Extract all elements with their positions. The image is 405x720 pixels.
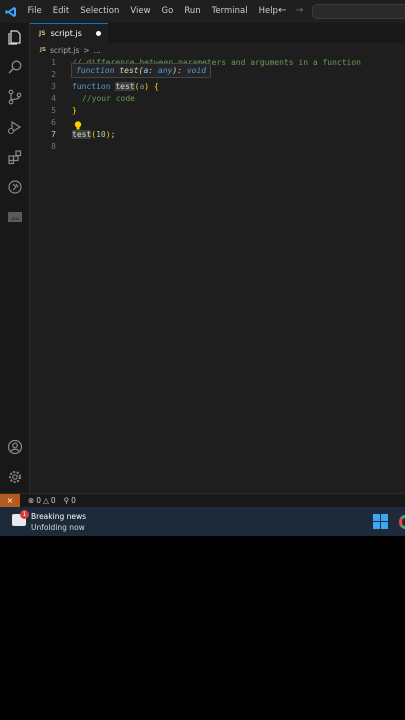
tab-label: script.js <box>50 29 82 38</box>
windows-start-icon[interactable] <box>373 514 388 529</box>
problems-status[interactable]: ⊗ 0 △ 0 <box>26 496 56 505</box>
status-bar: × ⊗ 0 △ 0 ⚲ 0 <box>0 493 405 508</box>
explorer-icon[interactable] <box>0 23 30 51</box>
activity-bar: .env <box>0 23 30 493</box>
warning-count: 0 <box>50 496 56 505</box>
ports-status[interactable]: ⚲ 0 <box>62 496 76 505</box>
line-number: 6 <box>51 118 56 127</box>
browser-icon[interactable] <box>399 515 405 529</box>
line-number: 1 <box>51 58 56 67</box>
windows-taskbar: 1 Breaking news Unfolding now <box>0 507 405 536</box>
code-editor[interactable]: 1 2 3 4 5 6 7 8 // difference between pa… <box>30 57 405 493</box>
line-number: 2 <box>51 70 56 79</box>
remote-icon[interactable] <box>0 173 30 201</box>
lightbulb-icon[interactable] <box>74 116 82 130</box>
remote-indicator-icon[interactable]: × <box>0 493 20 508</box>
keyword-function: function <box>72 82 111 91</box>
search-icon[interactable] <box>0 53 30 81</box>
menu-view[interactable]: View <box>125 0 156 23</box>
command-center-search[interactable] <box>312 4 405 19</box>
error-count: 0 <box>36 496 42 505</box>
menu-file[interactable]: File <box>22 0 47 23</box>
back-arrow-icon[interactable]: ← <box>278 5 286 16</box>
function-name: test <box>115 82 135 91</box>
code-line-body-comment: //your code <box>82 94 135 103</box>
hover-function-name: test <box>119 66 139 75</box>
error-icon: ⊗ <box>28 496 35 505</box>
forward-arrow-icon[interactable]: → <box>295 5 303 16</box>
breadcrumb-more[interactable]: ... <box>94 46 101 55</box>
line-number: 4 <box>51 94 56 103</box>
vscode-window: File Edit Selection View Go Run Terminal… <box>0 0 405 536</box>
vscode-logo-icon <box>0 0 22 23</box>
unsaved-dot-icon[interactable] <box>96 31 101 36</box>
brace: { <box>153 82 159 91</box>
line-number: 8 <box>51 142 56 151</box>
tab-script-js[interactable]: JS script.js <box>30 23 108 43</box>
settings-gear-icon[interactable] <box>0 463 30 491</box>
breadcrumb-separator: > <box>83 45 90 55</box>
hover-keyword: function <box>76 66 115 75</box>
ports-icon: ⚲ <box>63 496 70 505</box>
code-line-function-declaration: function test(a) { <box>72 81 159 93</box>
line-number: 7 <box>51 130 56 139</box>
semicolon: ; <box>110 130 116 139</box>
breadcrumb: JS script.js > ... <box>30 43 405 57</box>
js-file-icon: JS <box>40 47 47 53</box>
hover-return-type: void <box>186 66 207 75</box>
line-number: 3 <box>51 82 56 91</box>
extensions-icon[interactable] <box>0 143 30 171</box>
hover-param-type: any <box>157 66 173 75</box>
argument-value: 10 <box>96 130 106 139</box>
svg-text:.env: .env <box>11 216 20 221</box>
hover-signature-tooltip: function test(a: any): void <box>71 63 212 78</box>
menu-run[interactable]: Run <box>179 0 206 23</box>
env-icon[interactable]: .env <box>0 203 30 231</box>
line-number: 5 <box>51 106 56 115</box>
source-control-icon[interactable] <box>0 83 30 111</box>
ports-count: 0 <box>71 496 76 505</box>
function-call-name: test <box>72 130 92 139</box>
run-debug-icon[interactable] <box>0 113 30 141</box>
menu-edit[interactable]: Edit <box>47 0 74 23</box>
menu-terminal[interactable]: Terminal <box>206 0 253 23</box>
menu-go[interactable]: Go <box>156 0 179 23</box>
breadcrumb-file[interactable]: script.js <box>50 46 79 55</box>
news-title[interactable]: Breaking news <box>31 512 86 521</box>
menu-selection[interactable]: Selection <box>75 0 125 23</box>
news-subtitle[interactable]: Unfolding now <box>31 523 85 532</box>
tab-bar: JS script.js <box>30 23 405 43</box>
account-icon[interactable] <box>0 433 30 461</box>
js-file-icon: JS <box>39 30 46 37</box>
title-bar: File Edit Selection View Go Run Terminal… <box>0 0 405 23</box>
notification-badge: 1 <box>20 510 29 519</box>
warning-icon: △ <box>43 496 49 505</box>
